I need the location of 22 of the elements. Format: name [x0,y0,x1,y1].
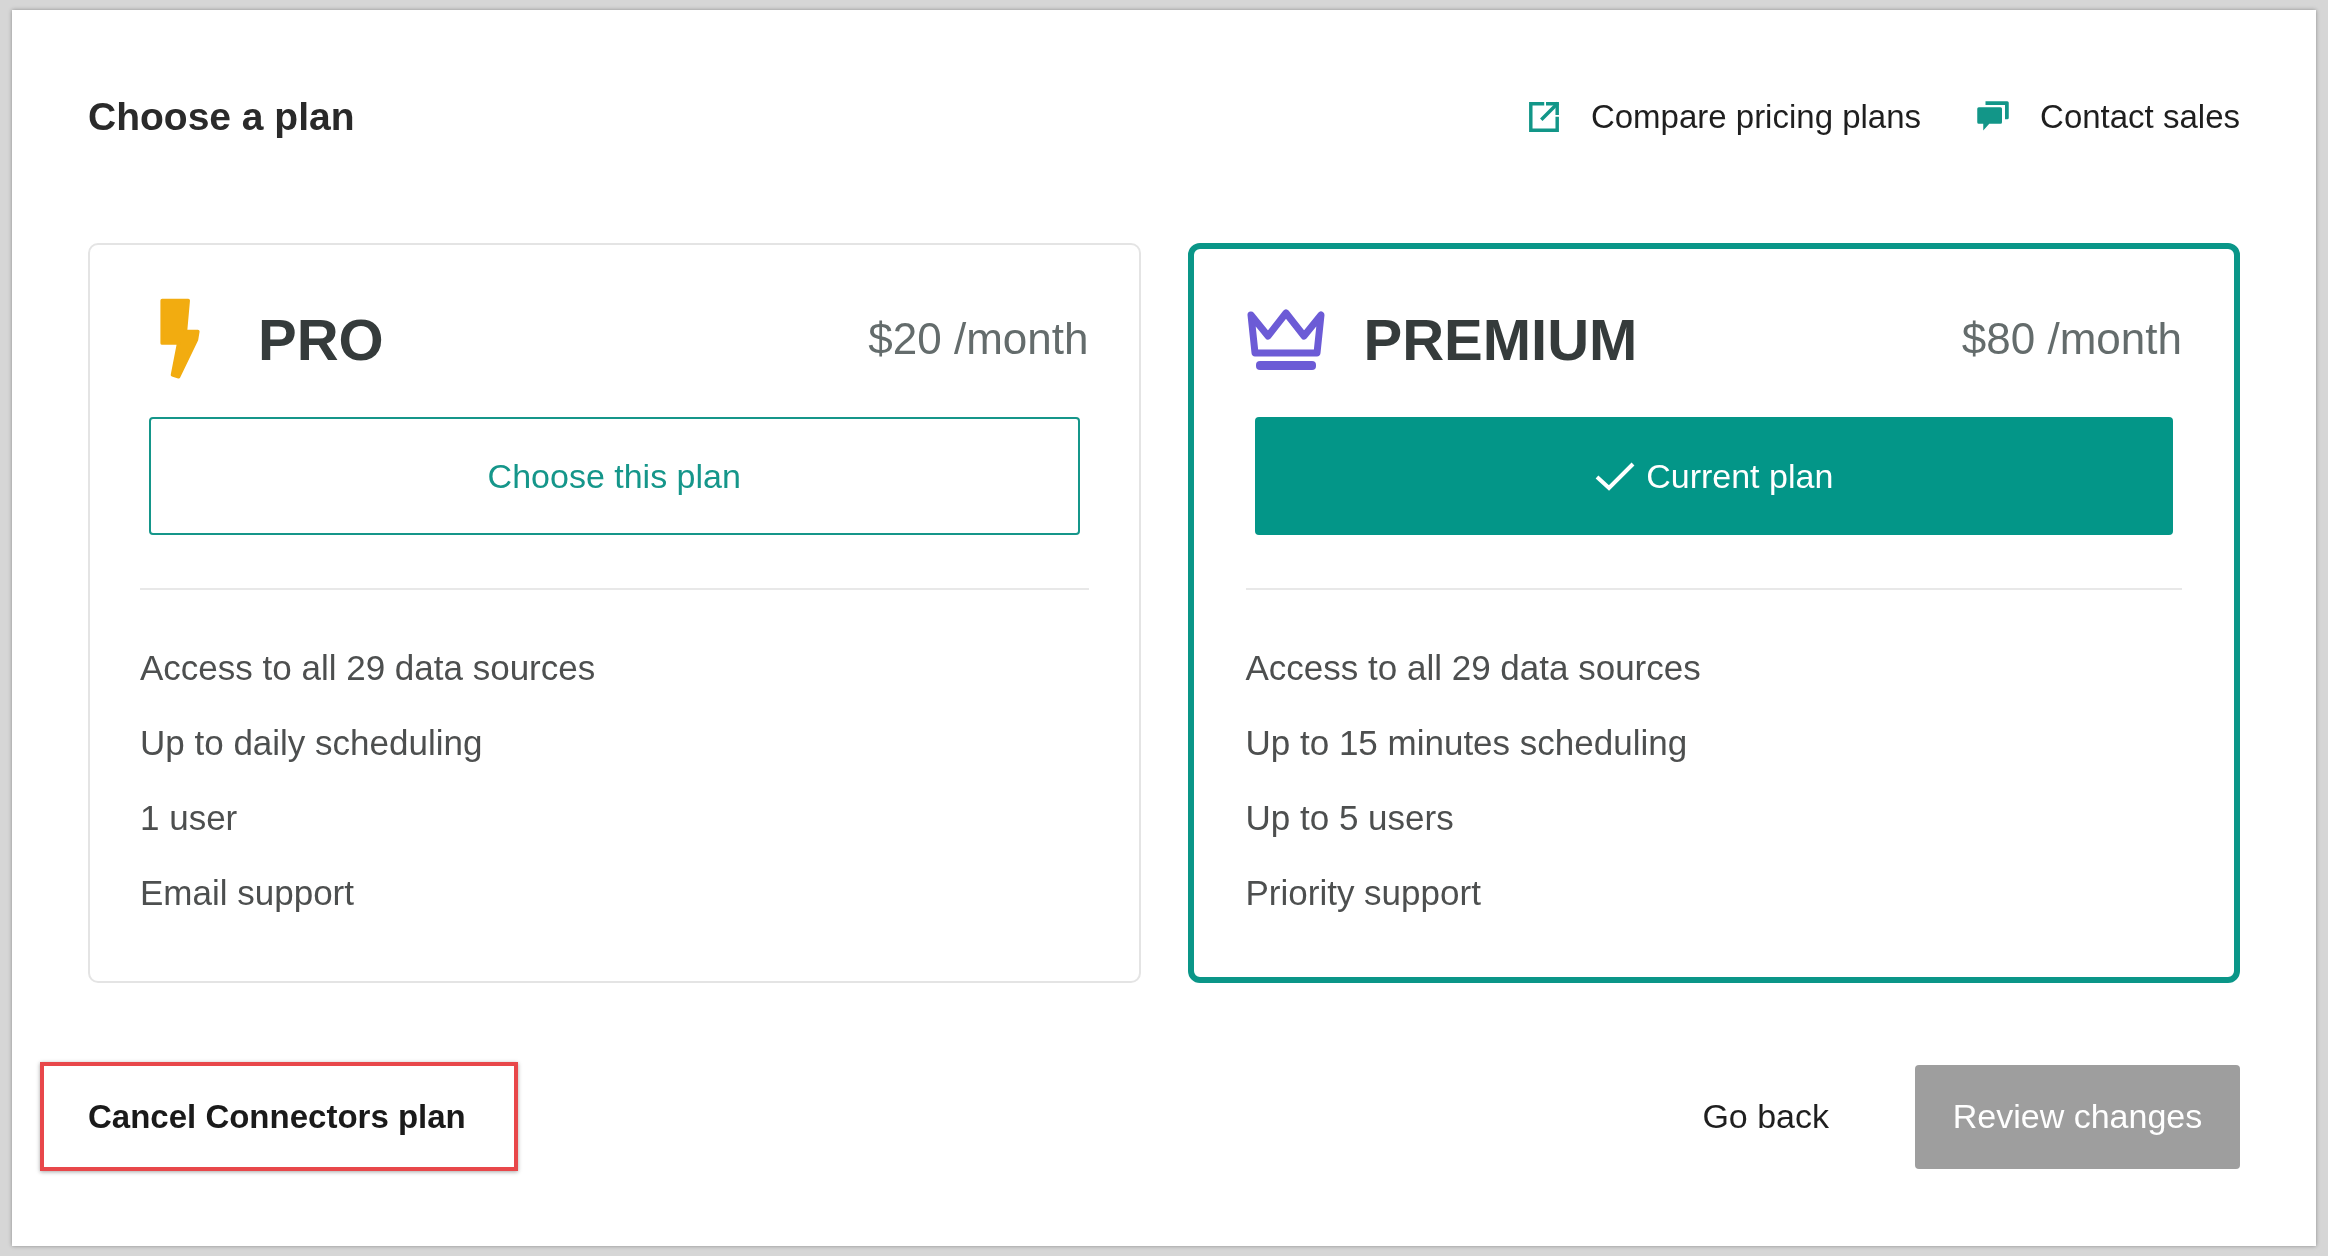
check-icon [1594,461,1637,491]
plan-name: PRO [258,305,384,374]
choose-plan-button[interactable]: Choose this plan [149,417,1080,535]
feature-item: Access to all 29 data sources [140,647,597,690]
lightning-bolt-icon [158,297,202,381]
feature-item: Email support [140,872,355,915]
crown-icon [1245,307,1326,371]
feature-item: Access to all 29 data sources [1245,647,1702,690]
feature-item: Priority support [1245,872,1482,915]
plan-price: $80 /month [1961,313,2182,365]
feature-item: 1 user [140,797,239,840]
cancel-plan-link[interactable]: Cancel Connectors plan [88,1091,466,1142]
feature-item: Up to 15 minutes scheduling [1245,722,1689,765]
header-link[interactable]: Contact sales [1975,92,2240,142]
plan-name: PREMIUM [1363,305,1638,374]
go-back-button[interactable]: Go back [1678,1064,1853,1169]
header-link[interactable]: Compare pricing plans [1525,92,1922,142]
plan-price: $20 /month [868,313,1089,365]
feature-item: Up to daily scheduling [140,722,484,765]
page-title: Choose a plan [88,93,355,140]
current-plan-button[interactable]: Current plan [1254,417,2173,535]
feature-item: Up to 5 users [1245,797,1455,840]
